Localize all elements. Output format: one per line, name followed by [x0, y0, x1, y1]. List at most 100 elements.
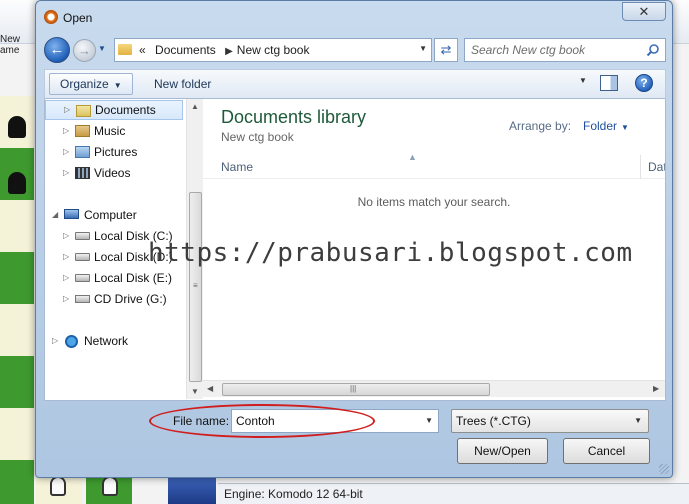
nav-item-videos[interactable]: ▷ Videos: [45, 163, 183, 183]
nav-item-cd-drive-g[interactable]: ▷ CD Drive (G:): [45, 289, 183, 309]
file-name-combobox[interactable]: ▼: [231, 409, 439, 433]
new-open-button[interactable]: New/Open: [457, 438, 548, 464]
horizontal-scrollbar[interactable]: ◀ ||| ▶: [203, 380, 665, 397]
computer-icon: [64, 209, 79, 219]
nav-item-label: Computer: [84, 208, 137, 222]
nav-item-label: Local Disk (E:): [94, 271, 173, 285]
column-header-name[interactable]: Name: [221, 160, 253, 174]
search-input[interactable]: [465, 39, 643, 61]
network-icon: [65, 335, 78, 348]
organize-label: Organize: [60, 77, 109, 91]
arrange-by-label: Arrange by:: [509, 119, 572, 133]
nav-item-network[interactable]: ▷ Network: [45, 331, 183, 351]
expand-arrow-icon[interactable]: ▷: [63, 142, 69, 162]
nav-item-music[interactable]: ▷ Music: [45, 121, 183, 141]
help-icon[interactable]: ?: [635, 74, 653, 92]
black-piece-icon: [8, 172, 26, 194]
breadcrumb: « Documents ▶ New ctg book: [139, 43, 309, 57]
navigation-row: ← → ▼ « Documents ▶ New ctg book ▼ ⇄: [36, 33, 672, 67]
arrange-by-dropdown[interactable]: Folder ▼: [583, 119, 629, 133]
file-type-select[interactable]: Trees (*.CTG) ▼: [451, 409, 649, 433]
breadcrumb-item-new-ctg-book[interactable]: New ctg book: [237, 43, 310, 57]
scrollbar-thumb[interactable]: ≡: [189, 192, 202, 382]
grip-icon: |||: [350, 384, 357, 393]
pictures-icon: [75, 146, 90, 158]
scroll-right-arrow-icon[interactable]: ▶: [653, 384, 659, 393]
preview-pane-icon[interactable]: [600, 75, 618, 91]
chevron-down-icon: ▼: [621, 123, 629, 132]
forward-arrow-icon: →: [78, 43, 91, 58]
cd-drive-icon: [75, 295, 90, 303]
search-icon[interactable]: [646, 43, 660, 57]
folder-icon: [118, 44, 132, 55]
expand-arrow-icon[interactable]: ▷: [63, 289, 69, 309]
background-new-game-label: New ame: [0, 34, 21, 56]
arrange-by-value: Folder: [583, 119, 618, 133]
engine-logo-icon: [168, 478, 216, 504]
documents-icon: [76, 105, 91, 117]
music-icon: [75, 125, 90, 137]
scrollbar-thumb[interactable]: |||: [222, 383, 490, 396]
chevron-down-icon: ▼: [634, 416, 642, 425]
search-box[interactable]: [464, 38, 666, 62]
nav-item-pictures[interactable]: ▷ Pictures: [45, 142, 183, 162]
cancel-button[interactable]: Cancel: [563, 438, 650, 464]
back-button[interactable]: ←: [44, 37, 70, 63]
breadcrumb-separator-icon[interactable]: ▶: [225, 46, 233, 57]
nav-item-label: Music: [94, 124, 126, 138]
nav-item-documents[interactable]: ▷ Documents: [45, 100, 183, 120]
expand-arrow-icon[interactable]: ▷: [64, 101, 70, 119]
expand-arrow-icon[interactable]: ▷: [63, 247, 69, 267]
forward-button[interactable]: →: [73, 39, 96, 62]
dialog-titlebar[interactable]: Open ✕: [36, 1, 672, 33]
breadcrumb-item-documents[interactable]: Documents: [155, 43, 216, 57]
close-button[interactable]: ✕: [622, 2, 666, 21]
engine-status-bar: Engine: Komodo 12 64-bit: [218, 483, 689, 504]
address-bar[interactable]: « Documents ▶ New ctg book ▼: [114, 38, 432, 62]
expand-arrow-icon[interactable]: ▷: [63, 121, 69, 141]
black-piece-icon: [8, 116, 26, 138]
dialog-title: Open: [63, 11, 93, 25]
scroll-up-arrow-icon[interactable]: ▲: [191, 102, 199, 111]
expand-arrow-icon[interactable]: ▷: [52, 331, 58, 351]
nav-item-label: Network: [84, 334, 129, 348]
sort-ascending-icon: ▲: [408, 152, 417, 162]
board-square: [0, 460, 34, 504]
breadcrumb-overflow[interactable]: «: [139, 43, 146, 57]
expand-arrow-icon[interactable]: ▷: [63, 268, 69, 288]
board-square: [0, 304, 34, 356]
resize-grip-icon[interactable]: [659, 464, 669, 474]
library-subtitle: New ctg book: [221, 130, 294, 144]
grip-icon: ≡: [193, 281, 198, 290]
file-type-value: Trees (*.CTG): [456, 414, 531, 428]
scroll-left-arrow-icon[interactable]: ◀: [207, 384, 213, 393]
chevron-down-icon[interactable]: ▼: [425, 416, 433, 425]
library-title: Documents library: [221, 107, 367, 127]
background-chessboard: [0, 96, 34, 504]
column-divider[interactable]: [640, 155, 641, 179]
collapse-arrow-icon[interactable]: ◢: [52, 205, 58, 225]
organize-button[interactable]: Organize ▼: [49, 73, 133, 95]
new-folder-button[interactable]: New folder: [148, 73, 217, 95]
nav-item-label: Videos: [94, 166, 131, 180]
column-header-date-modified[interactable]: Date mod: [648, 160, 665, 174]
refresh-button[interactable]: ⇄: [434, 38, 458, 62]
recent-locations-dropdown[interactable]: ▼: [98, 44, 110, 56]
board-square: [0, 200, 34, 252]
address-dropdown-icon[interactable]: ▼: [419, 44, 427, 53]
expand-arrow-icon[interactable]: ▷: [63, 226, 69, 246]
expand-arrow-icon[interactable]: ▷: [63, 163, 69, 183]
board-square: [0, 356, 34, 408]
nav-item-local-disk-e[interactable]: ▷ Local Disk (E:): [45, 268, 183, 288]
command-bar: Organize ▼ New folder ▼ ?: [44, 69, 666, 99]
nav-item-computer[interactable]: ◢ Computer: [45, 205, 183, 225]
nav-item-label: Documents: [95, 103, 156, 117]
view-options-dropdown-icon[interactable]: ▼: [579, 76, 587, 85]
videos-icon: [75, 167, 90, 179]
local-disk-icon: [75, 274, 90, 282]
app-icon: [44, 10, 58, 24]
file-name-input[interactable]: [232, 410, 418, 432]
board-square: [0, 252, 34, 304]
board-square: [0, 408, 34, 460]
scroll-down-arrow-icon[interactable]: ▼: [191, 387, 199, 396]
